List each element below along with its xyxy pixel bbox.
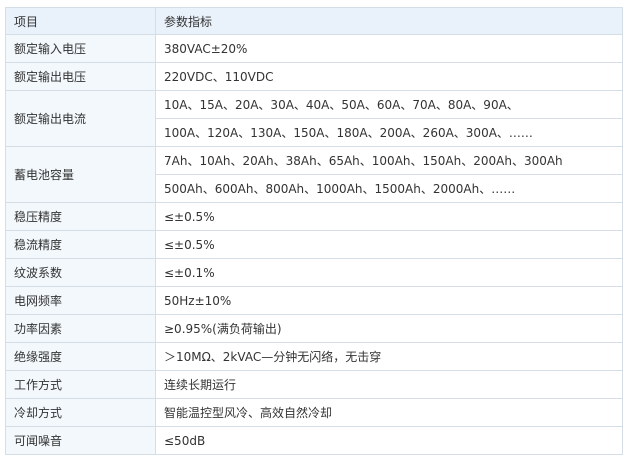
row-label: 纹波系数 xyxy=(5,258,156,287)
row-label: 稳压精度 xyxy=(5,202,156,231)
table-row: 额定输出电压 220VDC、110VDC xyxy=(5,62,623,91)
table-row: 功率因素 ≥0.95%(满负荷输出) xyxy=(5,314,623,343)
row-value: 50Hz±10% xyxy=(155,286,623,315)
row-value: 10A、15A、20A、30A、40A、50A、60A、70A、80A、90A、 xyxy=(155,90,623,119)
table-row: 额定输出电流 10A、15A、20A、30A、40A、50A、60A、70A、8… xyxy=(5,90,623,147)
row-label: 额定输出电流 xyxy=(5,90,156,147)
header-value-cell: 参数指标 xyxy=(155,7,623,35)
table-row: 冷却方式 智能温控型风冷、高效自然冷却 xyxy=(5,398,623,427)
row-value: ≤50dB xyxy=(155,426,623,455)
table-row: 可闻噪音 ≤50dB xyxy=(5,426,623,455)
row-label: 额定输入电压 xyxy=(5,34,156,63)
table-row: 稳压精度 ≤±0.5% xyxy=(5,202,623,231)
table-row: 纹波系数 ≤±0.1% xyxy=(5,258,623,287)
row-value: ≤±0.5% xyxy=(155,202,623,231)
row-value: 220VDC、110VDC xyxy=(155,62,623,91)
row-value: 500Ah、600Ah、800Ah、1000Ah、1500Ah、2000Ah、…… xyxy=(155,174,623,203)
table-row: 工作方式 连续长期运行 xyxy=(5,370,623,399)
row-value: ＞10MΩ、2kVAC—分钟无闪络，无击穿 xyxy=(155,342,623,371)
header-item-cell: 项目 xyxy=(5,7,156,35)
row-value: 100A、120A、130A、150A、180A、200A、260A、300A、… xyxy=(155,118,623,147)
row-label: 稳流精度 xyxy=(5,230,156,259)
row-label: 冷却方式 xyxy=(5,398,156,427)
spec-table: 项目 参数指标 额定输入电压 380VAC±20% 额定输出电压 220VDC、… xyxy=(5,7,623,455)
table-row: 电网频率 50Hz±10% xyxy=(5,286,623,315)
row-label: 功率因素 xyxy=(5,314,156,343)
row-value: 连续长期运行 xyxy=(155,370,623,399)
table-row: 绝缘强度 ＞10MΩ、2kVAC—分钟无闪络，无击穿 xyxy=(5,342,623,371)
row-label: 绝缘强度 xyxy=(5,342,156,371)
table-row: 稳流精度 ≤±0.5% xyxy=(5,230,623,259)
row-value: 380VAC±20% xyxy=(155,34,623,63)
row-label: 额定输出电压 xyxy=(5,62,156,91)
table-row: 蓄电池容量 7Ah、10Ah、20Ah、38Ah、65Ah、100Ah、150A… xyxy=(5,146,623,203)
row-value: ≤±0.5% xyxy=(155,230,623,259)
row-value: 7Ah、10Ah、20Ah、38Ah、65Ah、100Ah、150Ah、200A… xyxy=(155,146,623,175)
table-header-row: 项目 参数指标 xyxy=(5,7,623,35)
row-value: ≤±0.1% xyxy=(155,258,623,287)
table-row: 额定输入电压 380VAC±20% xyxy=(5,34,623,63)
row-label: 可闻噪音 xyxy=(5,426,156,455)
row-label: 电网频率 xyxy=(5,286,156,315)
row-label: 蓄电池容量 xyxy=(5,146,156,203)
row-value: 智能温控型风冷、高效自然冷却 xyxy=(155,398,623,427)
row-value: ≥0.95%(满负荷输出) xyxy=(155,314,623,343)
row-label: 工作方式 xyxy=(5,370,156,399)
